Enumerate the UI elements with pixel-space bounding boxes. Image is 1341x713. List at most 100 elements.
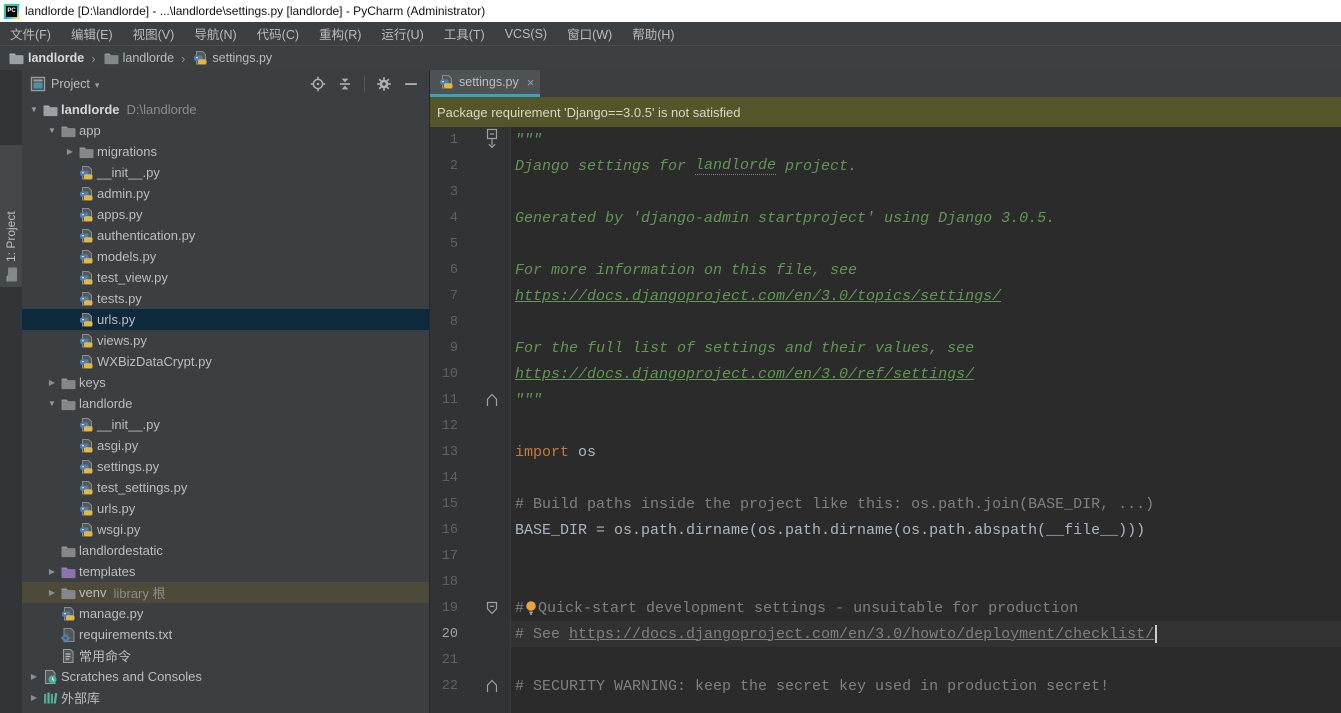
line-number[interactable]: 8	[430, 315, 458, 330]
line-number[interactable]: 17	[430, 549, 458, 564]
line-number[interactable]: 2	[430, 159, 458, 174]
tree-collapsed-arrow-icon[interactable]: ▶	[44, 567, 60, 576]
code-line-12[interactable]: 12	[430, 413, 1341, 439]
code-line-18[interactable]: 18	[430, 569, 1341, 595]
fold-marker-icon[interactable]	[486, 387, 498, 413]
hide-icon[interactable]	[403, 76, 419, 92]
code-line-text[interactable]	[511, 647, 1341, 673]
tree-item--[interactable]: ▶ 外部库	[22, 687, 429, 708]
tree-item-test_view-py[interactable]: test_view.py	[22, 267, 429, 288]
collapse-all-icon[interactable]	[337, 76, 353, 92]
tree-item-tests-py[interactable]: tests.py	[22, 288, 429, 309]
menu-item-1[interactable]: 编辑(E)	[71, 24, 113, 43]
line-number[interactable]: 3	[430, 185, 458, 200]
code-line-text[interactable]: # Quick-start development settings - unsu…	[511, 595, 1341, 621]
code-line-19[interactable]: 19 # Quick-start development settings - un…	[430, 595, 1341, 621]
gutter[interactable]: 21	[430, 647, 511, 673]
code-line-text[interactable]: Django settings for landlorde project.	[511, 153, 1341, 179]
gutter[interactable]: 12	[430, 413, 511, 439]
code-line-13[interactable]: 13 import os	[430, 439, 1341, 465]
code-line-text[interactable]	[511, 309, 1341, 335]
tree-collapsed-arrow-icon[interactable]: ▶	[26, 693, 42, 702]
code-line-21[interactable]: 21	[430, 647, 1341, 673]
tree-item-keys[interactable]: ▶ keys	[22, 372, 429, 393]
menu-item-5[interactable]: 重构(R)	[319, 24, 361, 43]
line-number[interactable]: 16	[430, 523, 458, 538]
gutter[interactable]: 20	[430, 621, 511, 647]
project-tool-window-tab[interactable]: 1: Project	[0, 145, 22, 287]
tree-item-apps-py[interactable]: apps.py	[22, 204, 429, 225]
tree-item-migrations[interactable]: ▶ migrations	[22, 141, 429, 162]
code-line-text[interactable]	[511, 231, 1341, 257]
menu-item-7[interactable]: 工具(T)	[444, 24, 485, 43]
tree-collapsed-arrow-icon[interactable]: ▶	[44, 588, 60, 597]
code-line-text[interactable]	[511, 543, 1341, 569]
menu-item-9[interactable]: 窗口(W)	[567, 24, 612, 43]
menu-item-10[interactable]: 帮助(H)	[632, 24, 674, 43]
locate-icon[interactable]	[310, 76, 326, 92]
fold-marker-icon[interactable]	[486, 127, 498, 153]
tree-item-templates[interactable]: ▶ templates	[22, 561, 429, 582]
line-number[interactable]: 6	[430, 263, 458, 278]
code-line-text[interactable]: https://docs.djangoproject.com/en/3.0/re…	[511, 361, 1341, 387]
gutter[interactable]: 7	[430, 283, 511, 309]
tree-collapsed-arrow-icon[interactable]: ▶	[44, 378, 60, 387]
gutter[interactable]: 4	[430, 205, 511, 231]
code-line-10[interactable]: 10 https://docs.djangoproject.com/en/3.0/…	[430, 361, 1341, 387]
tree-collapsed-arrow-icon[interactable]: ▶	[26, 672, 42, 681]
breadcrumb-item-landlorde[interactable]: landlorde	[103, 50, 174, 66]
tree-item-test_settings-py[interactable]: test_settings.py	[22, 477, 429, 498]
tree-item-asgi-py[interactable]: asgi.py	[22, 435, 429, 456]
line-number[interactable]: 5	[430, 237, 458, 252]
line-number[interactable]: 18	[430, 575, 458, 590]
code-line-2[interactable]: 2 Django settings for landlorde project.	[430, 153, 1341, 179]
code-line-15[interactable]: 15 # Build paths inside the project like …	[430, 491, 1341, 517]
gutter[interactable]: 16	[430, 517, 511, 543]
line-number[interactable]: 20	[430, 627, 458, 642]
code-line-17[interactable]: 17	[430, 543, 1341, 569]
gutter[interactable]: 1	[430, 127, 511, 153]
line-number[interactable]: 9	[430, 341, 458, 356]
code-line-11[interactable]: 11 """	[430, 387, 1341, 413]
line-number[interactable]: 1	[430, 133, 458, 148]
tree-item-urls-py[interactable]: urls.py	[22, 309, 429, 330]
code-line-5[interactable]: 5	[430, 231, 1341, 257]
gutter[interactable]: 6	[430, 257, 511, 283]
line-number[interactable]: 15	[430, 497, 458, 512]
tree-item-landlordestatic[interactable]: landlordestatic	[22, 540, 429, 561]
code-line-16[interactable]: 16 BASE_DIR = os.path.dirname(os.path.dir…	[430, 517, 1341, 543]
gutter[interactable]: 15	[430, 491, 511, 517]
close-icon[interactable]: ×	[527, 75, 535, 90]
gutter[interactable]: 3	[430, 179, 511, 205]
tab-settings-py[interactable]: settings.py ×	[430, 70, 541, 97]
code-line-text[interactable]: import os	[511, 439, 1341, 465]
tree-collapsed-arrow-icon[interactable]: ▶	[62, 147, 78, 156]
tree-item-manage-py[interactable]: manage.py	[22, 603, 429, 624]
tree-expanded-arrow-icon[interactable]: ▼	[26, 105, 42, 114]
tree-item-views-py[interactable]: views.py	[22, 330, 429, 351]
line-number[interactable]: 22	[430, 679, 458, 694]
settings-gear-icon[interactable]	[376, 76, 392, 92]
chevron-down-icon[interactable]: ▾	[95, 80, 100, 91]
code-line-text[interactable]	[511, 179, 1341, 205]
tree-item-landlorde[interactable]: ▼ landlorde	[22, 393, 429, 414]
code-line-text[interactable]	[511, 465, 1341, 491]
gutter[interactable]: 14	[430, 465, 511, 491]
gutter[interactable]: 22	[430, 673, 511, 699]
gutter[interactable]: 18	[430, 569, 511, 595]
menu-item-6[interactable]: 运行(U)	[381, 24, 423, 43]
breadcrumb-item-settings-py[interactable]: settings.py	[192, 50, 272, 66]
line-number[interactable]: 4	[430, 211, 458, 226]
code-editor[interactable]: 1 """ 2 Django settings for landlorde proje…	[430, 127, 1341, 713]
line-number[interactable]: 10	[430, 367, 458, 382]
fold-marker-icon[interactable]	[486, 673, 498, 699]
tree-item-requirements-txt[interactable]: requirements.txt	[22, 624, 429, 645]
tree-item-app[interactable]: ▼ app	[22, 120, 429, 141]
tree-item-__init__-py[interactable]: __init__.py	[22, 162, 429, 183]
code-line-text[interactable]: """	[511, 127, 1341, 153]
code-line-text[interactable]: Generated by 'django-admin startproject'…	[511, 205, 1341, 231]
tree-item-settings-py[interactable]: settings.py	[22, 456, 429, 477]
tree-item-models-py[interactable]: models.py	[22, 246, 429, 267]
code-line-20[interactable]: 20 # See https://docs.djangoproject.com/e…	[430, 621, 1341, 647]
line-number[interactable]: 14	[430, 471, 458, 486]
